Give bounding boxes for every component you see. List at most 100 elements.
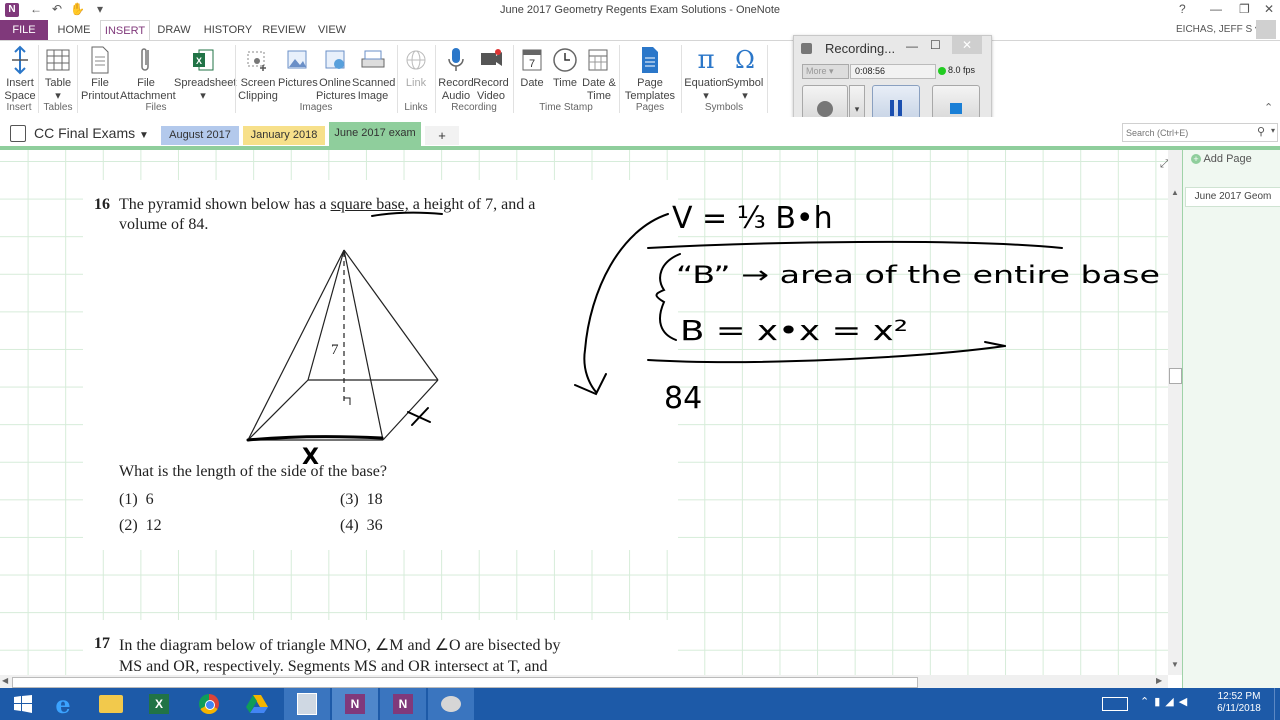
tab-file[interactable]: FILE (0, 20, 48, 40)
recorder-mode-dropdown[interactable]: More ▾ (802, 64, 849, 79)
pictures-icon (287, 50, 307, 69)
notebook-bar: CC Final Exams ▼ August 2017 January 201… (0, 117, 1280, 147)
taskbar-onenote-2[interactable]: N (380, 688, 426, 720)
recorder-close-button[interactable]: ✕ (952, 36, 982, 54)
ribbon: Insert Space Table ▾ File Printout File A… (0, 40, 1280, 118)
table-label: Table (44, 77, 72, 89)
tab-view[interactable]: VIEW (312, 20, 352, 40)
pictures-button[interactable]: Pictures (278, 45, 318, 90)
minimize-button[interactable]: — (1210, 2, 1222, 16)
group-label-links: Links (404, 102, 428, 113)
insert-space-icon (12, 45, 28, 75)
notebook-selector[interactable]: CC Final Exams ▼ (34, 125, 149, 141)
record-video-button[interactable]: Record Video (472, 45, 510, 103)
vertical-scroll-thumb[interactable] (1169, 368, 1182, 384)
page-canvas[interactable]: 16 The pyramid shown below has a square … (0, 150, 1168, 675)
insert-space-button[interactable]: Insert Space (3, 45, 37, 103)
recorder-minimize-button[interactable]: — (906, 39, 918, 53)
horizontal-scrollbar[interactable]: ◀ ▶ (0, 675, 1168, 689)
search-box[interactable]: ⚲ ▾ (1122, 123, 1278, 142)
add-page-button[interactable]: + Add Page (1191, 153, 1252, 165)
excel-app-icon: X (149, 694, 169, 714)
recorder-title: Recording... (825, 41, 896, 56)
page-list-pane: + Add Page June 2017 Geom (1182, 150, 1280, 688)
section-tab-june-2017-exam[interactable]: June 2017 exam (329, 122, 421, 146)
search-icon[interactable]: ⚲ (1257, 125, 1265, 138)
recorder-maximize-button[interactable]: ☐ (930, 38, 941, 52)
page-template-icon (642, 47, 658, 73)
help-button[interactable]: ? (1179, 2, 1186, 16)
tab-review[interactable]: REVIEW (260, 20, 308, 40)
scanned-image-button[interactable]: Scanned Image (352, 45, 395, 103)
group-label-tables: Tables (43, 102, 73, 113)
calendar-day-number: 7 (529, 58, 535, 70)
online-pictures-label: Online Pictures (316, 77, 356, 102)
show-desktop-button[interactable] (1274, 688, 1280, 720)
pictures-label: Pictures (278, 77, 318, 89)
add-section-button[interactable]: + (425, 126, 459, 145)
keyboard-icon[interactable] (1102, 697, 1128, 711)
taskbar-excel[interactable]: X (136, 688, 182, 720)
tab-history[interactable]: HISTORY (202, 20, 254, 40)
section-tab-january-2018[interactable]: January 2018 (243, 126, 325, 145)
taskbar-onenote[interactable]: N (332, 688, 378, 720)
table-button[interactable]: Table ▾ (42, 45, 74, 103)
expand-page-icon[interactable]: ⤢ (1160, 158, 1168, 171)
date-time-icon (588, 49, 608, 71)
scroll-left-icon[interactable]: ◀ (2, 676, 8, 685)
taskbar-clock[interactable]: 12:52 PM 6/11/2018 (1214, 691, 1264, 715)
date-button[interactable]: 7 Date (516, 45, 548, 90)
paperclip-icon (141, 48, 149, 71)
scroll-up-icon[interactable]: ▲ (1171, 188, 1179, 197)
recorder-fps: 8.0 fps (948, 65, 976, 75)
collapse-ribbon-icon[interactable]: ⌃ (1264, 101, 1273, 114)
group-label-files: Files (145, 102, 167, 113)
spreadsheet-button[interactable]: X Spreadsheet ▾ (174, 45, 236, 103)
tab-draw[interactable]: DRAW (152, 20, 196, 40)
window-title: June 2017 Geometry Regents Exam Solution… (499, 4, 781, 16)
taskbar-internet-explorer[interactable]: e (40, 688, 86, 720)
taskbar-chrome[interactable] (186, 688, 232, 720)
add-page-label: Add Page (1203, 153, 1252, 165)
search-input[interactable] (1123, 124, 1248, 141)
close-button[interactable]: ✕ (1264, 2, 1274, 16)
page-list-item[interactable]: June 2017 Geom (1185, 187, 1280, 207)
section-tab-august-2017[interactable]: August 2017 (161, 126, 239, 145)
pi-icon: π (697, 45, 715, 75)
record-audio-button[interactable]: Record Audio (438, 45, 474, 103)
tab-insert[interactable]: INSERT (100, 20, 150, 41)
file-printout-label: File Printout (81, 77, 119, 102)
group-separator (619, 45, 620, 113)
online-pictures-button[interactable]: Online Pictures (316, 45, 356, 103)
screen-clipping-button[interactable]: Screen Clipping (236, 45, 280, 103)
link-globe-icon (406, 50, 426, 70)
date-time-button[interactable]: Date & Time (582, 45, 616, 103)
user-avatar[interactable] (1256, 20, 1276, 39)
stop-icon (950, 103, 962, 114)
search-scope-dropdown-icon[interactable]: ▾ (1271, 126, 1275, 135)
restore-button[interactable]: ❐ (1239, 2, 1250, 16)
equation-dropdown-icon: ▾ (703, 90, 709, 102)
online-pictures-icon (325, 50, 345, 69)
scroll-down-icon[interactable]: ▼ (1171, 660, 1179, 669)
system-tray-icons[interactable]: ⌃▮◢◀ (1140, 695, 1192, 708)
file-printout-button[interactable]: File Printout (80, 45, 120, 103)
equation-button[interactable]: π Equation ▾ (684, 45, 728, 103)
taskbar-time: 12:52 PM (1217, 691, 1261, 702)
taskbar-file-explorer[interactable] (88, 688, 134, 720)
taskbar-recorder[interactable] (428, 688, 474, 720)
taskbar-app[interactable] (284, 688, 330, 720)
page-templates-button[interactable]: Page Templates (622, 45, 678, 103)
tab-home[interactable]: HOME (52, 20, 96, 40)
link-button[interactable]: Link (400, 45, 432, 90)
horizontal-scroll-thumb[interactable] (12, 677, 918, 688)
ribbon-tabs: FILE HOME INSERT DRAW HISTORY REVIEW VIE… (0, 20, 1280, 41)
scroll-right-icon[interactable]: ▶ (1156, 676, 1162, 685)
file-attachment-button[interactable]: File Attachment (120, 45, 176, 103)
user-name[interactable]: EICHAS, JEFF S ▾ (1176, 24, 1260, 35)
symbol-button[interactable]: Ω Symbol ▾ (726, 45, 764, 103)
vertical-scrollbar[interactable]: ▲ ▼ (1168, 150, 1182, 675)
time-button[interactable]: Time (550, 45, 580, 90)
taskbar-google-drive[interactable] (234, 688, 280, 720)
group-label-pages: Pages (635, 102, 665, 113)
